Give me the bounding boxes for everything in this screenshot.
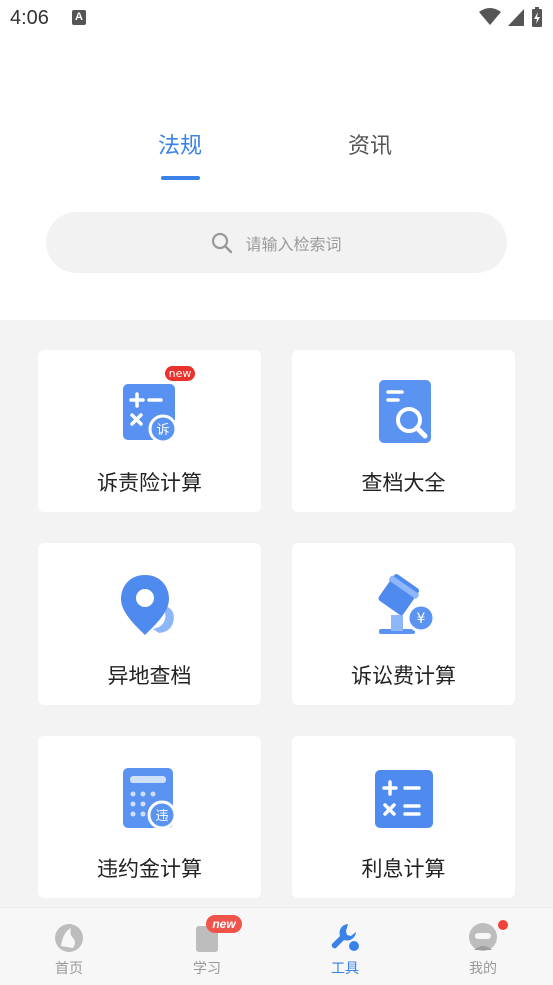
nav-tools[interactable]: 工具 <box>276 908 414 985</box>
nav-home[interactable]: 首页 <box>0 908 138 985</box>
search-placeholder: 请输入检索词 <box>245 234 342 254</box>
tool-label: 诉讼费计算 <box>351 664 456 688</box>
signal-icon <box>508 9 524 26</box>
tool-card-remote-archive[interactable]: 异地查档 <box>38 543 261 705</box>
bottom-nav: 首页 new 学习 工具 我的 <box>0 907 553 985</box>
tool-card-interest[interactable]: 利息计算 <box>292 736 515 898</box>
calculator-su-icon: 诉 <box>122 384 177 444</box>
search-icon <box>212 232 233 253</box>
tool-card-litigation-fee[interactable]: ¥ 诉讼费计算 <box>292 543 515 705</box>
notification-a-icon: A <box>72 10 86 25</box>
nav-profile[interactable]: 我的 <box>414 908 552 985</box>
tab-law[interactable]: 法规 <box>158 128 202 160</box>
tool-card-liquidated-damages[interactable]: 违 违约金计算 <box>38 736 261 898</box>
nav-study[interactable]: new 学习 <box>138 908 276 985</box>
tool-label: 查档大全 <box>361 471 446 495</box>
home-icon <box>55 924 83 952</box>
new-badge: new <box>206 915 242 933</box>
nav-label: 我的 <box>469 961 497 977</box>
svg-text:诉: 诉 <box>156 423 169 438</box>
wrench-icon <box>331 924 359 951</box>
wifi-icon <box>479 8 501 25</box>
svg-text:违: 违 <box>155 809 168 824</box>
location-pin-icon <box>120 575 174 635</box>
tool-card-litigation-insurance[interactable]: 诉 new 诉责险计算 <box>38 350 261 512</box>
notification-dot <box>498 920 508 930</box>
status-icons <box>479 6 543 28</box>
nav-label: 首页 <box>55 961 83 977</box>
new-badge: new <box>165 366 195 381</box>
tool-label: 违约金计算 <box>97 857 202 881</box>
svg-text:¥: ¥ <box>416 611 425 627</box>
document-search-icon <box>378 380 431 443</box>
search-input[interactable]: 请输入检索词 <box>46 212 507 273</box>
nav-label: 工具 <box>331 961 359 977</box>
status-time: 4:06 <box>10 7 49 29</box>
nav-label: 学习 <box>193 961 221 977</box>
calculator-wei-icon: 违 <box>122 768 176 830</box>
tool-label: 异地查档 <box>107 664 192 688</box>
gavel-yuan-icon: ¥ <box>377 574 435 634</box>
battery-icon <box>532 7 542 27</box>
profile-icon <box>469 923 497 951</box>
tab-bar: 法规 资讯 <box>0 128 553 188</box>
tool-label: 利息计算 <box>361 857 446 881</box>
tool-label: 诉责险计算 <box>97 471 202 495</box>
status-bar: 4:06 A <box>0 0 553 40</box>
calculator-icon <box>374 770 433 828</box>
active-tab-indicator <box>161 176 200 180</box>
tab-news[interactable]: 资讯 <box>348 128 392 160</box>
tool-card-archive-directory[interactable]: 查档大全 <box>292 350 515 512</box>
